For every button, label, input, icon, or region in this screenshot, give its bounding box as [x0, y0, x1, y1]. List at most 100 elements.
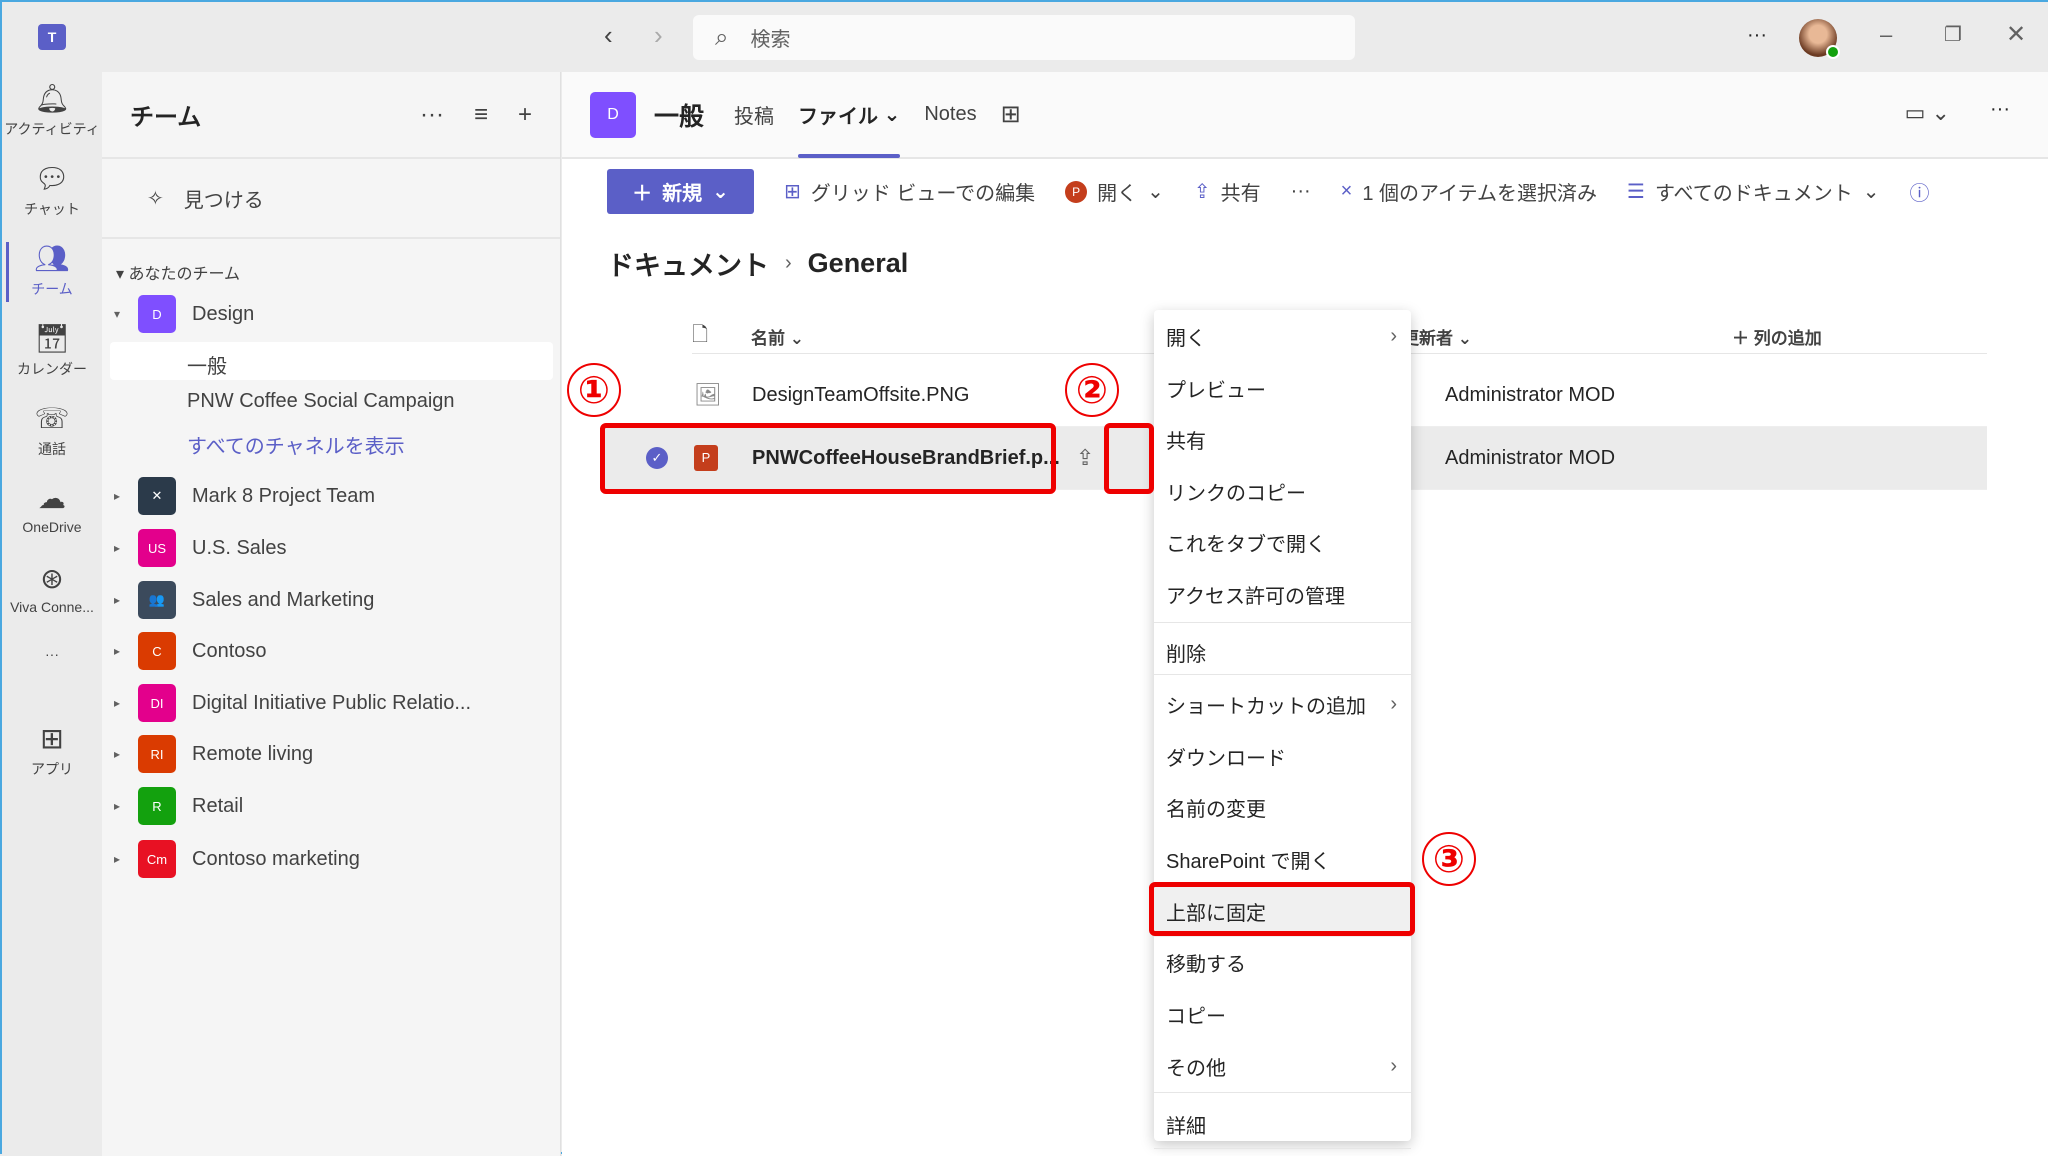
- minimize-button[interactable]: –: [1880, 22, 1892, 48]
- image-file-icon: 🖼: [694, 382, 722, 407]
- team-item[interactable]: ▸ R Retail: [102, 784, 561, 828]
- annotation-number-1: ①: [567, 363, 621, 417]
- menu-item[interactable]: これをタブで開く: [1154, 516, 1411, 568]
- close-button[interactable]: ✕: [2006, 20, 2026, 49]
- rail-item-teams[interactable]: 👥︎ チーム: [2, 242, 102, 302]
- search-icon: ⌕: [715, 23, 729, 51]
- add-column-button[interactable]: ＋ 列の追加: [1732, 324, 1822, 349]
- menu-item[interactable]: 削除: [1154, 626, 1411, 678]
- filter-icon[interactable]: ≡: [474, 101, 488, 129]
- section-label: あなたのチーム: [128, 266, 241, 283]
- share-button[interactable]: ⇪ 共有: [1194, 177, 1261, 206]
- more-icon[interactable]: ···: [420, 101, 444, 129]
- tab-notes[interactable]: Notes: [924, 71, 976, 158]
- row-share-icon[interactable]: ⇪: [1076, 445, 1094, 471]
- rail-label: チーム: [31, 281, 73, 297]
- sparkle-icon: ✧: [147, 187, 164, 210]
- expand-down-icon[interactable]: ▾: [114, 307, 128, 321]
- new-button[interactable]: ＋ 新規 ⌄: [607, 169, 754, 214]
- team-item[interactable]: ▸ Cm Contoso marketing: [102, 837, 561, 881]
- channel-item[interactable]: 一般: [187, 350, 227, 379]
- team-item[interactable]: ▾ D Design: [102, 292, 561, 336]
- annotation-number-2: ②: [1065, 363, 1119, 417]
- team-avatar: DI: [138, 684, 176, 722]
- menu-item[interactable]: ダウンロード: [1154, 730, 1411, 782]
- rail-item-bell[interactable]: 🔔︎ アクティビティ: [2, 82, 102, 139]
- channel-item[interactable]: PNW Coffee Social Campaign: [187, 390, 455, 413]
- expand-right-icon[interactable]: ▸: [114, 696, 128, 710]
- tab-files[interactable]: ファイル ⌄: [798, 71, 901, 158]
- expand-right-icon[interactable]: ▸: [114, 644, 128, 658]
- open-button[interactable]: P 開く ⌄: [1065, 177, 1164, 206]
- menu-item[interactable]: リンクのコピー: [1154, 465, 1411, 517]
- column-name[interactable]: 名前 ⌄: [751, 324, 804, 349]
- menu-item[interactable]: プレビュー: [1154, 362, 1411, 414]
- team-item[interactable]: ▸ US U.S. Sales: [102, 526, 561, 570]
- breadcrumb-general[interactable]: General: [808, 248, 909, 279]
- add-icon[interactable]: +: [518, 101, 532, 129]
- forward-button[interactable]: ›: [654, 20, 663, 51]
- show-all-channels-link[interactable]: すべてのチャネルを表示: [187, 430, 405, 459]
- annotation-box-2: [1104, 423, 1154, 494]
- search-input[interactable]: ⌕ 検索: [693, 15, 1355, 60]
- menu-item[interactable]: アクセス許可の管理: [1154, 568, 1411, 620]
- rail-item-apps[interactable]: ⊞ アプリ: [2, 722, 102, 779]
- new-label: 新規: [662, 183, 703, 205]
- avatar[interactable]: [1799, 19, 1840, 59]
- column-name-label: 名前: [751, 329, 785, 348]
- add-tab-icon[interactable]: ⊞: [1001, 71, 1021, 158]
- menu-item-label: リンクのコピー: [1166, 482, 1306, 505]
- menu-item[interactable]: 詳細: [1154, 1098, 1411, 1150]
- menu-item[interactable]: コピー: [1154, 988, 1411, 1040]
- expand-right-icon[interactable]: ▸: [114, 799, 128, 813]
- rail-item-cloud[interactable]: ☁ OneDrive: [2, 482, 102, 535]
- menu-item-label: 移動する: [1166, 953, 1246, 976]
- expand-right-icon[interactable]: ▸: [114, 489, 128, 503]
- info-button[interactable]: ⓘ: [1910, 177, 1930, 206]
- context-menu: 開く › プレビュー 共有リンクのコピーこれをタブで開く アクセス許可の管理削除ショート…: [1154, 310, 1411, 1149]
- grid-edit-button[interactable]: ⊞ グリッド ビューでの編集: [784, 177, 1035, 206]
- section-your-teams[interactable]: ▾ あなたのチーム: [116, 260, 240, 284]
- rail-item-more[interactable]: ···: [2, 642, 102, 662]
- team-item[interactable]: ▸ 👥 Sales and Marketing: [102, 578, 561, 622]
- expand-right-icon[interactable]: ▸: [114, 852, 128, 866]
- file-name[interactable]: DesignTeamOffsite.PNG: [752, 384, 970, 407]
- restore-button[interactable]: ❐: [1944, 22, 1962, 47]
- expand-right-icon[interactable]: ▸: [114, 747, 128, 761]
- toolbar-more-button[interactable]: ···: [1291, 180, 1311, 203]
- more-options-button[interactable]: ···: [1747, 24, 1767, 47]
- menu-item[interactable]: 移動する: [1154, 936, 1411, 988]
- team-item[interactable]: ▸ RI Remote living: [102, 732, 561, 776]
- rail-item-calendar[interactable]: 📅︎ カレンダー: [2, 322, 102, 379]
- menu-item[interactable]: 開く ›: [1154, 310, 1411, 362]
- expand-right-icon[interactable]: ▸: [114, 541, 128, 555]
- team-item[interactable]: ▸ ✕ Mark 8 Project Team: [102, 474, 561, 518]
- team-name: Remote living: [192, 742, 314, 765]
- video-call-button[interactable]: ▭ ⌄: [1905, 100, 1950, 126]
- menu-item[interactable]: その他 ›: [1154, 1040, 1411, 1092]
- team-avatar: 👥: [138, 581, 176, 619]
- back-button[interactable]: ‹: [604, 20, 613, 51]
- rail-item-phone[interactable]: ☏ 通話: [2, 402, 102, 459]
- team-name: Retail: [192, 794, 244, 817]
- rail-item-chat[interactable]: 💬︎ チャット: [2, 162, 102, 219]
- column-modified-by[interactable]: 更新者 ⌄: [1402, 324, 1472, 349]
- team-item[interactable]: ▸ DI Digital Initiative Public Relatio...: [102, 681, 561, 725]
- expand-right-icon[interactable]: ▸: [114, 593, 128, 607]
- menu-item[interactable]: ショートカットの追加 ›: [1154, 678, 1411, 730]
- tab-posts[interactable]: 投稿: [734, 71, 774, 158]
- grid-edit-label: グリッド ビューでの編集: [810, 183, 1036, 205]
- breadcrumb-documents[interactable]: ドキュメント: [607, 244, 769, 283]
- clear-selection-button[interactable]: × 1 個のアイテムを選択済み: [1341, 177, 1597, 206]
- phone-icon: ☏: [34, 403, 70, 434]
- menu-item[interactable]: 共有: [1154, 413, 1411, 465]
- team-item[interactable]: ▸ C Contoso: [102, 629, 561, 673]
- modified-by: Administrator MOD: [1445, 446, 1616, 469]
- channel-more-button[interactable]: ···: [1990, 98, 2010, 121]
- view-selector[interactable]: ☰ すべてのドキュメント ⌄: [1627, 177, 1880, 206]
- find-teams-button[interactable]: ✧ 見つける: [102, 159, 560, 239]
- rail-item-viva[interactable]: ⊛ Viva Conne...: [2, 562, 102, 615]
- menu-item[interactable]: SharePoint で開く: [1154, 833, 1411, 885]
- menu-item-label: 削除: [1166, 643, 1206, 666]
- menu-item[interactable]: 名前の変更: [1154, 781, 1411, 833]
